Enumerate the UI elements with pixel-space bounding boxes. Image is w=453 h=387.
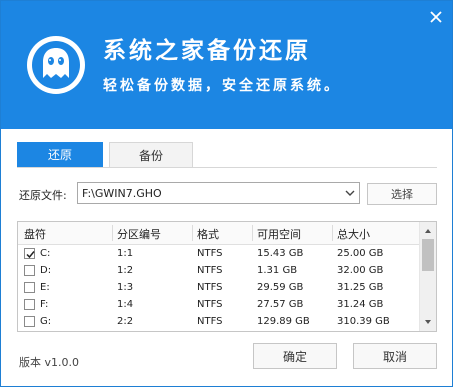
ok-button[interactable]: 确定 [253,343,337,369]
column-divider [112,225,113,241]
table-row[interactable]: D: 1:2 NTFS 1.31 GB 32.00 GB [18,264,420,280]
drive-cell: D: [40,265,52,276]
vertical-scrollbar[interactable] [419,222,436,331]
format-cell: NTFS [197,248,223,259]
column-divider [332,225,333,241]
total-size-cell: 31.25 GB [337,282,384,293]
drive-cell: F: [40,299,49,310]
drive-cell: C: [40,248,51,259]
partition-cell: 1:4 [117,299,134,310]
scrollbar-thumb[interactable] [422,239,434,271]
cancel-button[interactable]: 取消 [353,343,437,369]
scroll-up-arrow-icon[interactable] [423,226,433,236]
row-checkbox[interactable] [24,265,35,276]
tab-backup[interactable]: 备份 [109,142,193,168]
tab-restore[interactable]: 还原 [17,142,103,168]
chevron-down-icon[interactable] [344,187,356,199]
header-banner: 系统之家备份还原 轻松备份数据，安全还原系统。 [1,1,452,129]
checkmark-icon [26,251,35,259]
format-cell: NTFS [197,316,223,327]
row-checkbox[interactable] [24,316,35,327]
row-checkbox[interactable] [24,282,35,293]
app-slogan: 轻松备份数据，安全还原系统。 [103,78,341,94]
free-space-cell: 27.57 GB [257,299,304,310]
format-cell: NTFS [197,265,223,276]
drive-cell: G: [40,316,52,327]
table-row[interactable]: F: 1:4 NTFS 27.57 GB 31.24 GB [18,298,420,314]
restore-file-select[interactable]: F:\GWIN7.GHO [77,182,360,204]
column-header-free: 可用空间 [257,228,301,241]
table-row[interactable]: E: 1:3 NTFS 29.59 GB 31.25 GB [18,281,420,297]
free-space-cell: 29.59 GB [257,282,304,293]
free-space-cell: 129.89 GB [257,316,310,327]
ghost-logo-icon [25,34,87,96]
format-cell: NTFS [197,282,223,293]
column-header-partition: 分区编号 [117,228,161,241]
partition-cell: 1:2 [117,265,134,276]
partition-table: 盘符 分区编号 格式 可用空间 总大小 C: 1:1 NTFS 15.43 GB… [17,221,437,332]
column-header-drive: 盘符 [24,228,46,241]
total-size-cell: 310.39 GB [337,316,390,327]
total-size-cell: 25.00 GB [337,248,384,259]
free-space-cell: 15.43 GB [257,248,304,259]
partition-cell: 1:3 [117,282,134,293]
column-header-total: 总大小 [337,228,370,241]
column-divider [192,225,193,241]
table-header: 盘符 分区编号 格式 可用空间 总大小 [18,222,420,245]
app-window: 系统之家备份还原 轻松备份数据，安全还原系统。 还原 备份 还原文件: F:\G… [0,0,453,387]
row-checkbox[interactable] [24,248,35,259]
free-space-cell: 1.31 GB [257,265,298,276]
browse-button[interactable]: 选择 [367,183,437,205]
drive-cell: E: [40,282,50,293]
total-size-cell: 32.00 GB [337,265,384,276]
table-row[interactable]: C: 1:1 NTFS 15.43 GB 25.00 GB [18,247,420,263]
tab-divider [17,167,437,168]
format-cell: NTFS [197,299,223,310]
table-row[interactable]: G: 2:2 NTFS 129.89 GB 310.39 GB [18,315,420,331]
close-icon[interactable] [428,9,444,25]
restore-file-value: F:\GWIN7.GHO [82,187,162,200]
app-title: 系统之家备份还原 [103,38,311,64]
partition-cell: 1:1 [117,248,134,259]
partition-cell: 2:2 [117,316,134,327]
version-label: 版本 v1.0.0 [19,356,79,369]
total-size-cell: 31.24 GB [337,299,384,310]
row-checkbox[interactable] [24,299,35,310]
scroll-down-arrow-icon[interactable] [423,317,433,327]
column-divider [252,225,253,241]
column-header-format: 格式 [197,228,219,241]
restore-file-label: 还原文件: [19,189,67,202]
